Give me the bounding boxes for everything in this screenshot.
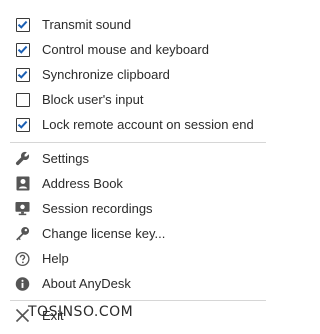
menu-item-session-recordings[interactable]: Session recordings <box>0 196 278 221</box>
wrench-icon <box>15 151 30 166</box>
toggle-synchronize-clipboard[interactable]: Synchronize clipboard <box>0 62 278 87</box>
menu-item-help[interactable]: Help <box>0 246 278 271</box>
menu-item-label: Session recordings <box>42 201 153 216</box>
menu-item-label: Help <box>42 251 69 266</box>
menu-item-address-book[interactable]: Address Book <box>0 171 278 196</box>
toggle-label: Lock remote account on session end <box>42 117 254 132</box>
menu-item-settings[interactable]: Settings <box>0 146 278 171</box>
watermark-text: TOSINSO.COM <box>28 304 134 320</box>
toggle-block-user-input[interactable]: Block user's input <box>0 87 278 112</box>
key-icon <box>15 226 30 241</box>
menu-separator <box>10 142 266 143</box>
menu-item-label: About AnyDesk <box>42 276 131 291</box>
checkbox-checked-icon[interactable] <box>15 17 30 32</box>
toggle-label: Transmit sound <box>42 17 132 32</box>
toggle-label: Control mouse and keyboard <box>42 42 209 57</box>
menu-item-label: Settings <box>42 151 89 166</box>
help-circle-icon <box>15 251 30 266</box>
address-book-icon <box>15 176 30 191</box>
monitor-recording-icon <box>15 201 30 216</box>
checkbox-checked-icon[interactable] <box>15 117 30 132</box>
menu-item-label: Address Book <box>42 176 123 191</box>
toggle-transmit-sound[interactable]: Transmit sound <box>0 12 278 37</box>
toggle-label: Synchronize clipboard <box>42 67 170 82</box>
menu-item-change-license-key[interactable]: Change license key... <box>0 221 278 246</box>
anydesk-dropdown-menu: Transmit sound Control mouse and keyboar… <box>0 0 278 334</box>
toggle-label: Block user's input <box>42 92 144 107</box>
menu-item-label: Change license key... <box>42 226 166 241</box>
menu-separator <box>10 300 266 301</box>
toggle-control-mouse-keyboard[interactable]: Control mouse and keyboard <box>0 37 278 62</box>
info-circle-icon <box>15 276 30 291</box>
checkbox-checked-icon[interactable] <box>15 42 30 57</box>
checkbox-checked-icon[interactable] <box>15 67 30 82</box>
menu-item-about-anydesk[interactable]: About AnyDesk <box>0 271 278 296</box>
toggle-lock-remote-account[interactable]: Lock remote account on session end <box>0 112 278 137</box>
checkbox-unchecked-icon[interactable] <box>15 92 30 107</box>
